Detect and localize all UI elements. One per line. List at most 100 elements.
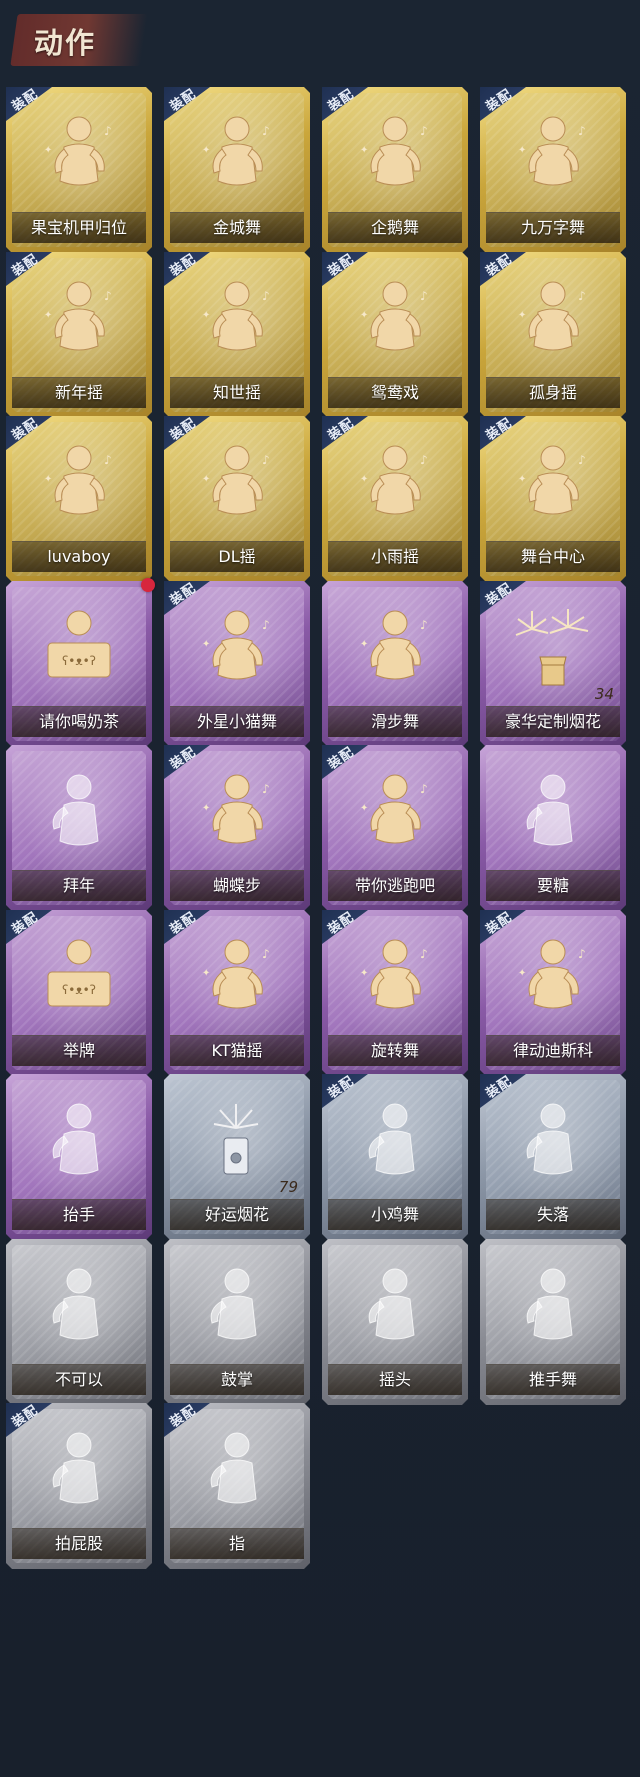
action-name: 新年摇 — [54, 383, 103, 402]
action-name: 滑步舞 — [370, 712, 419, 731]
action-card[interactable]: 失落 装配 — [480, 1074, 626, 1240]
action-card[interactable]: ♪ ✦ 孤身摇 装配 — [480, 252, 626, 418]
action-card[interactable]: ♪ ✦ 旋转舞 装配 — [322, 910, 468, 1076]
action-card[interactable]: ♪ ✦ 律动迪斯科 装配 — [480, 910, 626, 1076]
action-card[interactable]: 豪华定制烟花 装配 34 — [480, 581, 626, 747]
svg-text:♪: ♪ — [262, 289, 270, 303]
sign-pose-icon: ʕ•ᴥ•ʔ — [38, 605, 120, 693]
dance-pose-icon: ♪ ✦ — [38, 111, 120, 199]
action-card[interactable]: ♪ ✦ DL摇 装配 — [164, 416, 310, 582]
action-card[interactable]: ʕ•ᴥ•ʔ 举牌 装配 — [6, 910, 152, 1076]
action-card[interactable]: ♪ ✦ 外星小猫舞 装配 — [164, 581, 310, 747]
dance-pose-icon: ♪ ✦ — [196, 769, 278, 857]
action-card[interactable]: 鼓掌 — [164, 1239, 310, 1405]
item-count: 34 — [594, 685, 614, 703]
svg-text:✦: ✦ — [518, 968, 526, 979]
dance-pose-icon: ♪ ✦ — [196, 605, 278, 693]
dance-pose-icon: ♪ ✦ — [196, 934, 278, 1022]
action-card[interactable]: ♪ ✦ 小雨摇 装配 — [322, 416, 468, 582]
action-card[interactable]: ♪ ✦ KT猫摇 装配 — [164, 910, 310, 1076]
action-name: 律动迪斯科 — [512, 1041, 593, 1060]
action-card[interactable]: ♪ ✦ 知世摇 装配 — [164, 252, 310, 418]
svg-text:♪: ♪ — [420, 124, 428, 138]
raise-hand-pose-icon — [38, 1098, 120, 1186]
action-name: 小鸡舞 — [370, 1205, 419, 1224]
finger-wag-icon — [38, 1263, 120, 1351]
spin-pose-icon: ♪ ✦ — [354, 934, 436, 1022]
action-card[interactable]: 摇头 — [322, 1239, 468, 1405]
action-card[interactable]: ♪ ✦ 九万字舞 装配 — [480, 87, 626, 253]
svg-text:✦: ✦ — [44, 474, 52, 485]
action-card[interactable]: ♪ ✦ luvaboy 装配 — [6, 416, 152, 582]
push-hands-pose-icon — [512, 1263, 594, 1351]
dance-pose-icon: ♪ ✦ — [196, 111, 278, 199]
action-card[interactable]: 拜年 — [6, 745, 152, 911]
shake-head-pose-icon — [354, 1263, 436, 1351]
firecracker-icon — [196, 1098, 278, 1186]
svg-text:♪: ♪ — [420, 289, 428, 303]
action-name: 拜年 — [62, 876, 95, 895]
action-card[interactable]: ♪ ✦ 带你逃跑吧 装配 — [322, 745, 468, 911]
fireworks-box-icon — [512, 605, 594, 693]
action-card[interactable]: 指装配 — [164, 1403, 310, 1569]
svg-text:♪: ♪ — [262, 782, 270, 796]
action-card[interactable]: ♪ ✦ 滑步舞 — [322, 581, 468, 747]
beg-pose-icon — [512, 769, 594, 857]
svg-text:✦: ✦ — [518, 145, 526, 156]
svg-text:♪: ♪ — [420, 618, 428, 632]
action-card[interactable]: ♪ ✦ 舞台中心 装配 — [480, 416, 626, 582]
dance-pose-icon: ♪ ✦ — [354, 605, 436, 693]
page-title: 动作 — [34, 26, 97, 60]
action-name: 外星小猫舞 — [196, 712, 277, 731]
svg-text:ʕ•ᴥ•ʔ: ʕ•ᴥ•ʔ — [62, 983, 96, 997]
action-name: 带你逃跑吧 — [354, 876, 435, 895]
action-name: 蝴蝶步 — [212, 876, 261, 895]
action-name: 指 — [228, 1534, 245, 1553]
spank-pose-icon — [38, 1427, 120, 1515]
svg-text:✦: ✦ — [202, 968, 210, 979]
action-card[interactable]: ♪ ✦ 新年摇 装配 — [6, 252, 152, 418]
dance-pose-icon: ♪ ✦ — [38, 276, 120, 364]
action-card[interactable]: ♪ ✦ 金城舞 装配 — [164, 87, 310, 253]
crawl-pose-icon — [512, 1098, 594, 1186]
action-name: 舞台中心 — [520, 547, 585, 566]
action-name: DL摇 — [218, 547, 256, 566]
svg-text:♪: ♪ — [420, 453, 428, 467]
action-name: 旋转舞 — [370, 1041, 419, 1060]
action-card[interactable]: ʕ•ᴥ•ʔ 请你喝奶茶 — [6, 578, 155, 747]
action-card[interactable]: 小鸡舞 装配 — [322, 1074, 468, 1240]
svg-text:✦: ✦ — [44, 145, 52, 156]
svg-text:✦: ✦ — [202, 474, 210, 485]
action-card[interactable]: 好运烟花 79 — [164, 1074, 310, 1240]
action-name: 企鹅舞 — [370, 218, 419, 237]
svg-text:✦: ✦ — [360, 639, 368, 650]
svg-text:ʕ•ᴥ•ʔ: ʕ•ᴥ•ʔ — [62, 654, 96, 668]
item-count: 79 — [278, 1178, 298, 1196]
svg-text:♪: ♪ — [104, 453, 112, 467]
svg-text:✦: ✦ — [202, 145, 210, 156]
disco-pose-icon: ♪ ✦ — [512, 934, 594, 1022]
action-card[interactable]: ♪ ✦ 企鹅舞 装配 — [322, 87, 468, 253]
chicken-dance-pose-icon — [354, 1098, 436, 1186]
svg-text:✦: ✦ — [360, 968, 368, 979]
action-card[interactable]: 要糖 — [480, 745, 626, 911]
dance-pose-icon: ♪ ✦ — [38, 440, 120, 528]
point-pose-icon: ♪ ✦ — [354, 769, 436, 857]
page-header: 动作 — [0, 0, 640, 78]
action-name: 摇头 — [378, 1370, 411, 1389]
action-card[interactable]: 拍屁股 装配 — [6, 1403, 152, 1569]
svg-text:♪: ♪ — [420, 947, 428, 961]
action-name: 豪华定制烟花 — [504, 712, 601, 731]
action-card[interactable]: ♪ ✦ 蝴蝶步 装配 — [164, 745, 310, 911]
svg-text:✦: ✦ — [360, 145, 368, 156]
action-card[interactable]: ♪ ✦ 鸳鸯戏 装配 — [322, 252, 468, 418]
sign-pose-icon: ʕ•ᴥ•ʔ — [38, 934, 120, 1022]
action-card[interactable]: 不可以 — [6, 1239, 152, 1405]
action-name: 金城舞 — [212, 218, 261, 237]
action-name: 孤身摇 — [528, 383, 577, 402]
action-card[interactable]: 抬手 — [6, 1074, 152, 1240]
action-card[interactable]: ♪ ✦ 果宝机甲归位 装配 — [6, 87, 152, 253]
svg-text:✦: ✦ — [44, 310, 52, 321]
action-card[interactable]: 推手舞 — [480, 1239, 626, 1405]
svg-text:♪: ♪ — [578, 289, 586, 303]
